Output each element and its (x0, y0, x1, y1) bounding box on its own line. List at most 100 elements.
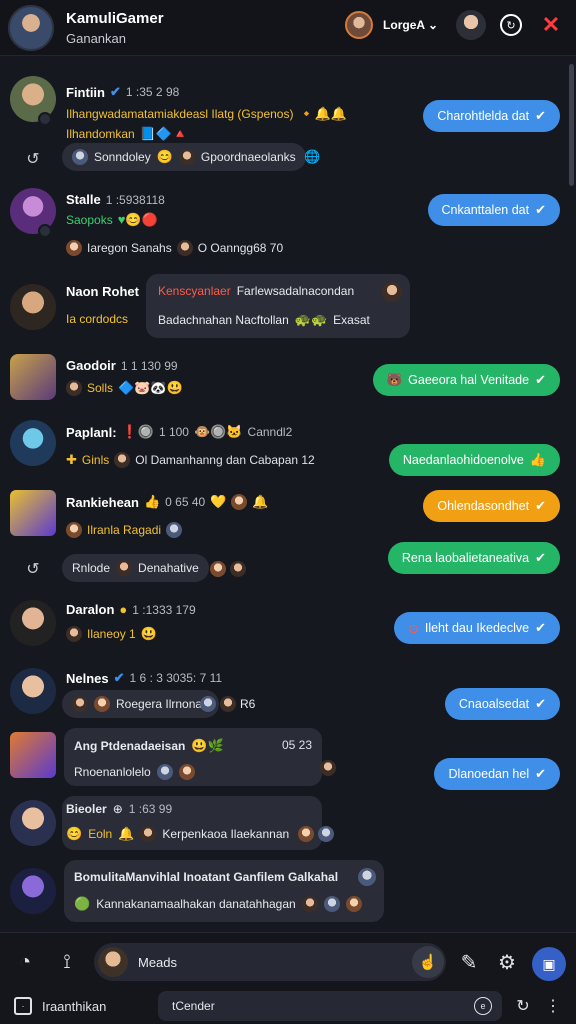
emoji-icon: 👍 (143, 494, 161, 509)
reply-pill[interactable]: Naedanlaohidoenolve 👍 (388, 444, 560, 476)
search-icon[interactable]: e (474, 997, 492, 1015)
channel-subtitle: Ganankan (66, 30, 126, 46)
emoji-icon: 😊 (66, 826, 83, 841)
mini-avatar (66, 626, 82, 642)
emoji-icon: 💛 (210, 494, 227, 509)
channel-avatar[interactable] (8, 4, 54, 51)
check-icon: ✔ (535, 766, 546, 781)
settings-icon[interactable]: ⚙ (494, 949, 520, 975)
user-avatar[interactable] (10, 420, 56, 466)
composer-bar: ◔ ⟟ Meads ☝ ✎ ⚙ ▣ · Iraanthikan tCender … (0, 932, 576, 1024)
mini-avatar (345, 896, 362, 912)
message-row[interactable]: Rankiehean 👍 0 65 40 💛 🔔 Ilranla Ragadi Ohle… (0, 486, 576, 542)
reply-pill[interactable]: Rena laobalietaneativa ✔ (387, 542, 560, 574)
mini-avatar (114, 452, 131, 468)
username: Fintiin (66, 84, 105, 100)
reaction-pill[interactable]: Sonndoley 😊 Gpoordnaeolanks (62, 143, 306, 171)
mini-avatar (323, 896, 340, 912)
user-avatar[interactable] (10, 800, 56, 846)
reaction-row: ↺ Sonndoley 😊 Gpoordnaeolanks 🌐 (0, 140, 576, 174)
count-label: R6 (240, 697, 256, 711)
account-dropdown[interactable]: LorgeA ⌄ (383, 18, 438, 32)
check-icon: ✔ (535, 498, 546, 513)
search-input[interactable]: tCender e (158, 991, 502, 1021)
emoji-icon: 🔔 (252, 494, 269, 509)
message-row[interactable]: Fintiin ✔ 1 :35 2 98 Ilhangwadamatamiakdea… (0, 74, 576, 141)
user-avatar[interactable] (10, 668, 56, 714)
timer-icon[interactable]: ◔ (12, 949, 38, 975)
username: Gaodoir (66, 358, 116, 373)
footer-label: Iraanthikan (42, 999, 107, 1014)
mini-avatar (116, 560, 133, 576)
reply-pill[interactable]: Cnaoalsedat ✔ (444, 688, 560, 720)
message-row[interactable]: Ang Ptdenadaeisan 😃🌿 05 23 Rnoenanlolelo … (0, 728, 576, 792)
user-avatar[interactable] (10, 868, 56, 914)
user-avatar[interactable] (10, 600, 56, 646)
verified-icon: ✔ (110, 84, 121, 99)
reaction-pill[interactable]: Roegera Ilrnonan (62, 690, 219, 718)
message-text: Iaregon Sanahs (87, 241, 172, 255)
emoji-icon: 🐵🔘🐱 (193, 424, 243, 439)
avatar (98, 947, 128, 977)
close-icon[interactable]: ✕ (536, 10, 566, 40)
refresh-button[interactable]: ↻ (496, 10, 526, 40)
user-avatar[interactable] (345, 11, 374, 39)
mini-avatar (230, 561, 246, 577)
emoji-icon: 🔷🐷🐼😃 (118, 380, 183, 395)
mini-avatar (66, 522, 82, 538)
message-row[interactable]: Gaodoir 1 1 130 99 Solls 🔷🐷🐼😃 🐻 Gaeeora hal… (0, 350, 576, 406)
message-row[interactable]: Stalle 1 :5938118 Saopoks ♥😊🔴 Iaregon Sana… (0, 184, 576, 264)
reaction-pill[interactable]: Rnlode Denahative (62, 554, 209, 582)
reply-arrow-icon[interactable]: ↺ (22, 558, 44, 580)
emoji-icon: 🐻 (386, 372, 403, 387)
pin-icon[interactable]: ✎ (456, 949, 482, 975)
message-row[interactable]: Daralon ● 1 :1333 179 Ilaneoy 1 😃 ⊙ Ileht da… (0, 598, 576, 654)
reply-pill[interactable]: Cnkanttalen dat ✔ (427, 194, 560, 226)
quoted-message-card[interactable]: Kenscyanlaer Farlewsadalnacondan Badachna… (146, 274, 410, 338)
reply-pill[interactable]: Ohlendasondhet ✔ (423, 490, 560, 522)
reply-pill[interactable]: Dlanoedan hel ✔ (434, 758, 560, 790)
emoji-icon: 🐢🐢 (294, 312, 328, 327)
username: Rankiehean (66, 494, 139, 510)
mini-avatar (220, 696, 236, 712)
emoji-icon: 🔔 (118, 826, 135, 841)
mini-avatar (72, 149, 88, 165)
terminal-icon[interactable]: · (14, 997, 32, 1015)
reply-pill[interactable]: 🐻 Gaeeora hal Venitade ✔ (372, 364, 560, 396)
hand-icon[interactable]: ☝ (412, 946, 444, 978)
message-card[interactable]: BomulitaManvihlal Inoatant Ganfilem Galk… (64, 860, 384, 922)
message-text: Saopoks (66, 213, 113, 227)
status-badge (38, 112, 52, 126)
mini-avatar (358, 868, 376, 886)
check-icon: ✔ (535, 696, 546, 711)
clock-icon: ⊕ (112, 802, 123, 816)
game-avatar[interactable] (10, 354, 56, 400)
message-row[interactable]: BomulitaManvihlal Inoatant Ganfilem Galk… (0, 860, 576, 924)
reply-pill[interactable]: ⊙ Ileht dau Ikedeclve ✔ (394, 612, 560, 644)
message-row[interactable]: Paplanl: ❗🔘 1 100 🐵🔘🐱 Canndl2 ✚ Ginls Ol Daman… (0, 416, 576, 476)
mini-avatar (320, 760, 336, 776)
send-button[interactable]: ▣ (532, 947, 566, 981)
reply-arrow-icon[interactable]: ↺ (22, 148, 44, 170)
more-icon[interactable]: ⋮ (540, 993, 566, 1019)
user-avatar[interactable] (10, 284, 56, 330)
message-row[interactable]: Nelnes ✔ 1 6 : 3 3035: 7 11 Roegera Ilrnon… (0, 666, 576, 722)
profile-avatar[interactable] (456, 10, 486, 40)
mini-avatar (66, 380, 82, 396)
scrollbar[interactable] (569, 64, 574, 186)
reply-pill[interactable]: Charohtlelda dat ✔ (423, 100, 560, 132)
game-avatar[interactable] (10, 732, 56, 778)
refresh-icon[interactable]: ↻ (510, 993, 536, 1019)
message-card[interactable]: Ang Ptdenadaeisan 😃🌿 05 23 Rnoenanlolelo (64, 728, 322, 786)
message-list[interactable]: Fintiin ✔ 1 :35 2 98 Ilhangwadamatamiakdea… (0, 58, 576, 928)
message-card[interactable]: Bieoler ⊕ 1 :63 99 😊 Eoln 🔔 Kerpenkaoa Ilaeka… (62, 796, 322, 850)
sticker-icon[interactable]: ⟟ (54, 949, 80, 975)
emoji-icon: ✚ (66, 452, 77, 467)
message-row[interactable]: Naon Rohet Ia cordodcs Kenscyanlaer Farle… (0, 274, 576, 344)
message-text: Ilranla Ragadi (87, 523, 162, 537)
message-row[interactable]: Bieoler ⊕ 1 :63 99 😊 Eoln 🔔 Kerpenkaoa Ilaeka… (0, 796, 576, 854)
message-input[interactable]: Meads ☝ (94, 943, 446, 981)
mini-avatar (66, 240, 82, 256)
game-avatar[interactable] (10, 490, 56, 536)
status-badge (38, 224, 52, 238)
